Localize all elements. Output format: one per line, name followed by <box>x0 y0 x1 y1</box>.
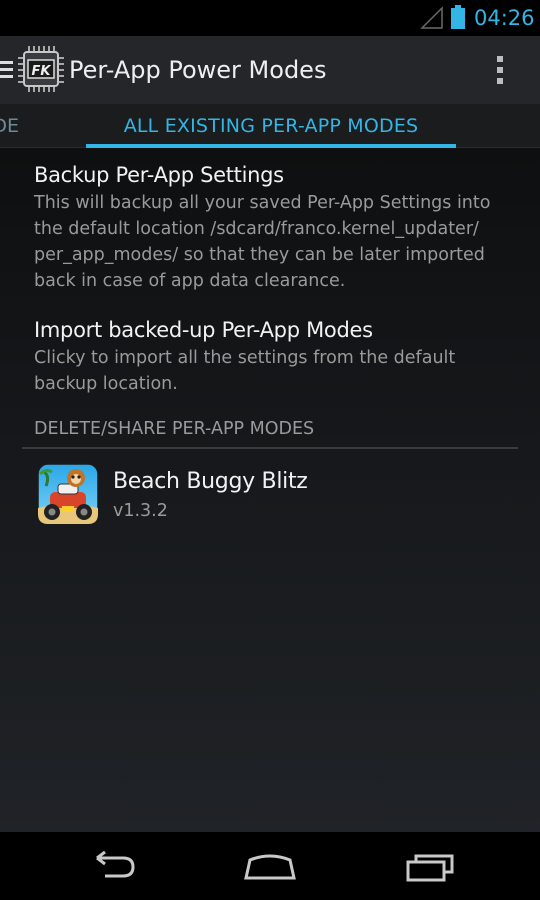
action-bar: FK Per-App Power Modes <box>0 36 540 104</box>
status-bar: 04:26 <box>0 0 540 36</box>
import-modes-title: Import backed-up Per-App Modes <box>34 318 373 342</box>
back-icon[interactable] <box>85 850 139 882</box>
app-version: v1.3.2 <box>113 501 168 521</box>
status-clock: 04:26 <box>474 6 535 30</box>
navigation-bar <box>0 832 540 900</box>
recents-icon[interactable] <box>402 850 458 882</box>
import-modes-item[interactable]: Import backed-up Per-App Modes Clicky to… <box>34 315 504 397</box>
tab-previous[interactable]: DE <box>0 113 22 139</box>
tab-active-label: ALL EXISTING PER-APP MODES <box>123 115 419 137</box>
tab-strip: DE ALL EXISTING PER-APP MODES <box>0 104 540 148</box>
signal-empty-icon <box>420 6 443 29</box>
page-title: Per-App Power Modes <box>69 56 327 84</box>
backup-settings-summary: This will backup all your saved Per-App … <box>34 193 491 291</box>
list-item[interactable]: Beach Buggy Blitz v1.3.2 <box>0 460 540 532</box>
beach-buggy-blitz-icon <box>37 463 99 525</box>
category-divider <box>22 447 518 449</box>
battery-full-icon <box>451 5 465 29</box>
category-header: DELETE/SHARE PER-APP MODES <box>34 419 315 439</box>
backup-settings-title: Backup Per-App Settings <box>34 163 284 187</box>
home-icon[interactable] <box>242 850 298 882</box>
tab-all-existing-modes[interactable]: ALL EXISTING PER-APP MODES <box>86 104 456 148</box>
drawer-menu-icon[interactable] <box>0 60 16 80</box>
app-name: Beach Buggy Blitz <box>113 469 308 494</box>
preferences-list: Backup Per-App Settings This will backup… <box>0 148 540 832</box>
tab-previous-label: DE <box>0 115 19 137</box>
import-modes-summary: Clicky to import all the settings from t… <box>34 348 456 394</box>
backup-settings-item[interactable]: Backup Per-App Settings This will backup… <box>34 160 504 294</box>
app-logo-text: FK <box>31 64 51 79</box>
overflow-menu-icon[interactable] <box>494 53 506 87</box>
